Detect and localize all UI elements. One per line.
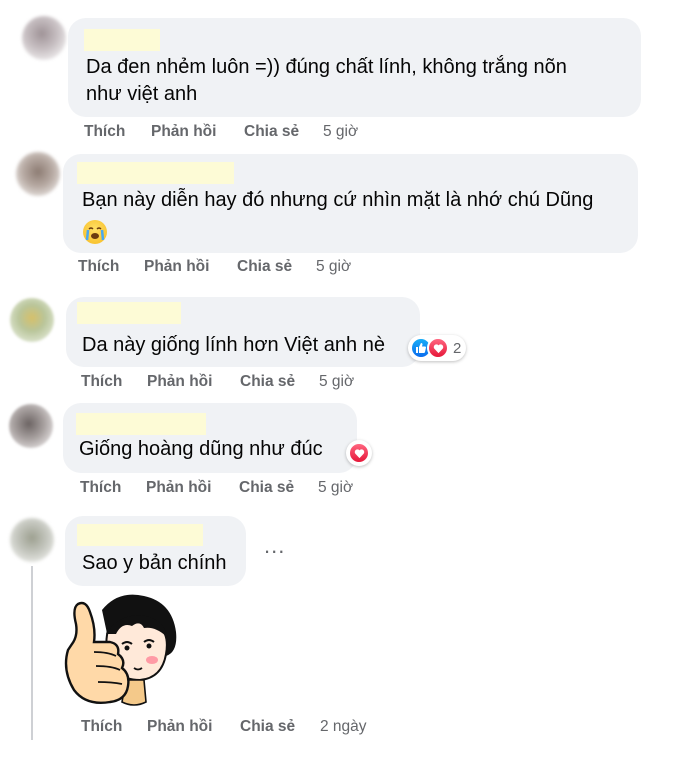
like-button[interactable]: Thích — [80, 479, 121, 497]
comment-bubble: Da đen nhẻm luôn =)) đúng chất lính, khô… — [68, 18, 641, 117]
author-name-redacted[interactable] — [77, 302, 181, 324]
like-button[interactable]: Thích — [84, 123, 125, 141]
author-name-redacted[interactable] — [77, 162, 234, 184]
comment-text-line: Da này giống lính hơn Việt anh nè — [82, 334, 385, 356]
avatar[interactable] — [10, 298, 54, 342]
reply-button[interactable]: Phản hồi — [144, 258, 209, 276]
reply-button[interactable]: Phản hồi — [147, 718, 212, 736]
comment-timestamp[interactable]: 2 ngày — [320, 718, 367, 736]
like-button[interactable]: Thích — [81, 373, 122, 391]
avatar[interactable] — [22, 16, 66, 60]
comment-text-line: Bạn này diễn hay đó nhưng cứ nhìn mặt là… — [82, 189, 594, 211]
love-reaction-icon — [427, 337, 449, 359]
share-button[interactable]: Chia sẻ — [237, 258, 292, 276]
share-button[interactable]: Chia sẻ — [244, 123, 299, 141]
reaction-summary[interactable] — [346, 440, 372, 466]
reply-button[interactable]: Phản hồi — [147, 373, 212, 391]
avatar[interactable] — [9, 404, 53, 448]
like-button[interactable]: Thích — [78, 258, 119, 276]
reaction-count: 2 — [453, 339, 462, 357]
author-name-redacted[interactable] — [76, 413, 206, 435]
share-button[interactable]: Chia sẻ — [239, 479, 294, 497]
comment-bubble: Sao y bản chính — [65, 516, 246, 586]
reply-button[interactable]: Phản hồi — [146, 479, 211, 497]
avatar[interactable] — [16, 152, 60, 196]
comment-text-line: như việt anh — [86, 83, 198, 105]
comment-timestamp[interactable]: 5 giờ — [318, 479, 353, 497]
comment-timestamp[interactable]: 5 giờ — [316, 258, 351, 276]
author-name-redacted[interactable] — [84, 29, 160, 51]
share-button[interactable]: Chia sẻ — [240, 718, 295, 736]
comment-bubble: Giống hoàng dũng như đúc — [63, 403, 357, 473]
share-button[interactable]: Chia sẻ — [240, 373, 295, 391]
thumbs-up-girl-sticker-icon[interactable] — [60, 590, 185, 712]
comment-text-line: Giống hoàng dũng như đúc — [79, 438, 323, 460]
like-button[interactable]: Thích — [81, 718, 122, 736]
reaction-summary[interactable]: 2 — [408, 335, 467, 361]
crying-face-emoji-icon — [83, 220, 107, 244]
comment-bubble: Da này giống lính hơn Việt anh nè — [66, 297, 420, 367]
comment-timestamp[interactable]: 5 giờ — [323, 123, 358, 141]
reply-button[interactable]: Phản hồi — [151, 123, 216, 141]
comment-text-line: Da đen nhẻm luôn =)) đúng chất lính, khô… — [86, 56, 567, 78]
comment-text-line: Sao y bản chính — [82, 552, 227, 574]
comment-timestamp[interactable]: 5 giờ — [319, 373, 354, 391]
love-reaction-icon — [348, 442, 370, 464]
more-options-icon[interactable]: ... — [264, 533, 285, 559]
avatar[interactable] — [10, 518, 54, 562]
comment-bubble: Bạn này diễn hay đó nhưng cứ nhìn mặt là… — [63, 154, 638, 253]
thread-line — [31, 566, 33, 740]
author-name-redacted[interactable] — [77, 524, 203, 546]
